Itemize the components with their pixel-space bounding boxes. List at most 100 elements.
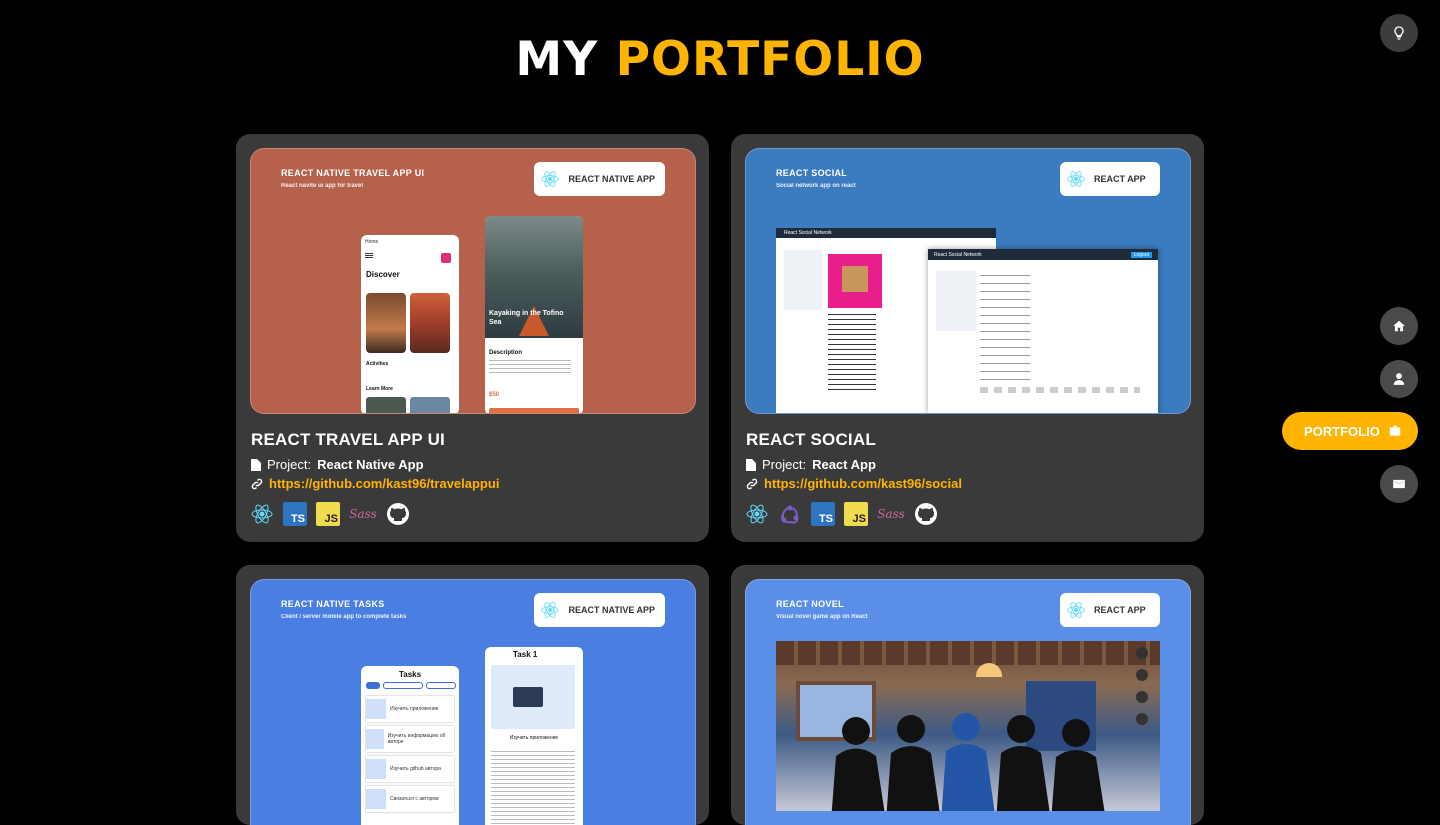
user-icon [1393, 373, 1405, 385]
task-item: Изучить приложение [366, 696, 454, 722]
platform-badge: REACT NATIVE APP [534, 593, 665, 627]
react-icon [1067, 171, 1085, 187]
ceiling-beams [776, 641, 1160, 665]
task-item: Изучить информацию об авторе [366, 726, 454, 752]
filter-chip [426, 682, 456, 689]
redux-icon [778, 502, 802, 526]
game-scene [776, 641, 1160, 811]
project-type: React Native App [317, 457, 424, 472]
react-icon [541, 602, 560, 618]
destination-image [410, 293, 450, 353]
project-title: REACT TRAVEL APP UI [251, 430, 445, 449]
badge-label: REACT NATIVE APP [568, 174, 655, 184]
project-preview[interactable]: REACT NOVEL Visual novel game app on Rea… [745, 579, 1191, 825]
book-button [489, 408, 579, 413]
task-subtitle: Изучить приложение [509, 735, 559, 741]
task-list: Изучить приложение Изучить информацию об… [366, 696, 454, 812]
theme-toggle-button[interactable] [1380, 14, 1418, 52]
github-link[interactable]: https://github.com/kast96/travelappui [269, 476, 499, 491]
box-figure [842, 266, 868, 292]
profile-info [828, 314, 876, 394]
preview-title: REACT SOCIAL [776, 168, 848, 178]
react-icon [1067, 602, 1085, 618]
window-titlebar: React Social Network [776, 228, 996, 238]
sass-icon: Sass [877, 507, 905, 521]
project-title: REACT SOCIAL [746, 430, 876, 449]
project-link-row: https://github.com/kast96/social [746, 476, 962, 491]
task-title: Изучить приложение [390, 706, 439, 712]
upload-icon [1136, 691, 1148, 703]
project-type-row: Project: React Native App [251, 457, 424, 472]
laptop-figure [513, 687, 543, 707]
phone-heading: Discover [366, 270, 400, 279]
user-list [980, 275, 1030, 385]
learn-image [366, 397, 406, 413]
phone-screen-detail: Kayaking in the Tofino Sea Description $… [485, 216, 583, 413]
envelope-icon [1393, 479, 1405, 489]
project-preview[interactable]: REACT NATIVE TASKS Client / server mobil… [250, 579, 696, 825]
nav-home-button[interactable] [1380, 307, 1418, 345]
github-link[interactable]: https://github.com/kast96/social [764, 476, 962, 491]
preview-title: REACT NATIVE TRAVEL APP UI [281, 168, 425, 178]
task-description [491, 751, 575, 825]
task-item: Связаться с автором [366, 786, 454, 812]
badge-label: REACT APP [1094, 174, 1146, 184]
settings-icon [1136, 713, 1148, 725]
preview-title: REACT NATIVE TASKS [281, 599, 385, 609]
project-link-row: https://github.com/kast96/travelappui [251, 476, 499, 491]
react-icon [541, 171, 560, 187]
tech-stack: TS JS Sass [745, 502, 938, 526]
project-card-novel[interactable]: REACT NOVEL Visual novel game app on Rea… [731, 565, 1204, 825]
project-preview[interactable]: REACT SOCIAL Social network app on react… [745, 148, 1191, 414]
preview-subtitle: Social network app on react [776, 183, 856, 189]
phone-heading: Task 1 [513, 650, 538, 659]
react-icon [250, 502, 274, 526]
page-title: MY PORTFOLIO [0, 32, 1440, 87]
project-type: React App [812, 457, 876, 472]
project-preview[interactable]: REACT NATIVE TRAVEL APP UI React navite … [250, 148, 696, 414]
project-card-tasks[interactable]: REACT NATIVE TASKS Client / server mobil… [236, 565, 709, 825]
destination-image [366, 293, 406, 353]
description-text [489, 360, 571, 374]
platform-badge: REACT APP [1060, 593, 1160, 627]
ceiling-lamp [976, 663, 1002, 677]
app-window: React Social Network Logout [928, 249, 1158, 413]
game-controls [1136, 647, 1150, 747]
nav-about-button[interactable] [1380, 360, 1418, 398]
title-part-2: PORTFOLIO [615, 32, 925, 87]
project-label: Project: [267, 457, 312, 472]
project-type-row: Project: React App [746, 457, 876, 472]
badge-label: REACT APP [1094, 605, 1146, 615]
github-icon [386, 502, 410, 526]
react-icon [745, 502, 769, 526]
phone-section-label: Learn More [366, 386, 393, 392]
link-icon [251, 478, 263, 489]
phone-section-label: Activities [366, 361, 389, 367]
file-icon [251, 458, 261, 471]
window-title: React Social Network [934, 251, 982, 258]
task-thumb [366, 759, 386, 779]
phone-screen-home: Home Discover Activities Learn More [361, 235, 459, 413]
nav-contact-button[interactable] [1380, 465, 1418, 503]
preview-subtitle: Client / server mobile app to complete t… [281, 614, 407, 620]
file-icon [746, 458, 756, 471]
project-card-social[interactable]: REACT SOCIAL Social network app on react… [731, 134, 1204, 542]
task-thumb [366, 729, 384, 749]
badge-label: REACT NATIVE APP [568, 605, 655, 615]
window-sidebar [936, 271, 976, 331]
pagination [980, 387, 1140, 393]
menu-icon [365, 253, 373, 254]
task-title: Изучить github автора [390, 766, 441, 772]
tech-stack: TS JS Sass [250, 502, 410, 526]
task-thumb [366, 789, 386, 809]
nav-portfolio-button[interactable]: PORTFOLIO [1282, 412, 1418, 450]
phone-caption: Kayaking in the Tofino Sea [489, 310, 564, 326]
project-card-travel[interactable]: REACT NATIVE TRAVEL APP UI React navite … [236, 134, 709, 542]
logout-button: Logout [1130, 251, 1152, 258]
project-label: Project: [762, 457, 807, 472]
task-thumb [366, 699, 386, 719]
phone-description-label: Description [489, 350, 523, 356]
nav-portfolio-label: PORTFOLIO [1304, 423, 1380, 439]
window-titlebar: React Social Network Logout [928, 249, 1158, 260]
phone-screen-tasks: Tasks Изучить приложение Изучить информа… [361, 666, 459, 825]
